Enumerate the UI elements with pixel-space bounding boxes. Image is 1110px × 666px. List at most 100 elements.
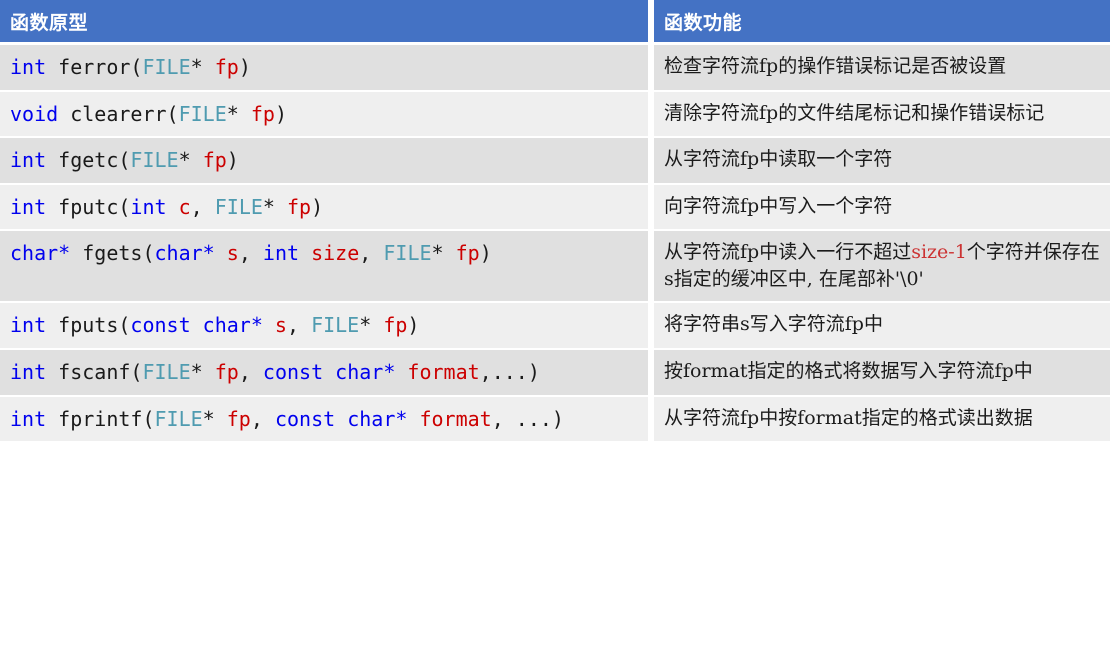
description-text: 检查字符流fp的操作错误标记是否被设置: [664, 53, 1006, 80]
code-token-kw: int: [10, 148, 47, 173]
code-token-pun: *: [190, 55, 215, 79]
code-token-pun: *: [226, 101, 251, 126]
code-token-typ: FILE: [142, 55, 191, 79]
code-token-pun: clearerr(: [58, 101, 179, 126]
code-token-pun: [299, 241, 311, 265]
prototype-code: int ferror(FILE* fp): [10, 54, 251, 81]
cell-function-prototype: int fputs(const char* s, FILE* fp): [0, 303, 648, 348]
code-token-var: fp: [226, 406, 251, 431]
function-reference-table: 函数原型 函数功能 int ferror(FILE* fp) 检查字符流fp的操作…: [0, 0, 1110, 666]
code-token-pun: fscanf(: [46, 359, 143, 384]
code-token-typ: FILE: [214, 194, 263, 219]
code-token-var: fp: [383, 313, 408, 338]
code-token-pun: ): [479, 241, 492, 266]
code-token-typ: FILE: [311, 313, 360, 338]
prototype-code: int fscanf(FILE* fp, const char* format,…: [10, 359, 540, 386]
cell-function-description: 向字符流fp中写入一个字符: [654, 184, 1110, 230]
description-text: 清除字符流fp的文件结尾标记和操作错误标记: [664, 100, 1044, 127]
code-token-kw: const char*: [274, 406, 408, 431]
code-token-pun: ,...): [479, 359, 540, 384]
code-token-pun: *: [431, 241, 456, 266]
code-token-typ: FILE: [154, 406, 203, 431]
table-row: int fscanf(FILE* fp, const char* format,…: [0, 347, 1110, 395]
code-token-var: s: [274, 313, 287, 338]
code-token-pun: ,: [238, 359, 263, 384]
description-text: 从字符流fp中按format指定的格式读出数据: [664, 405, 1033, 432]
code-token-pun: fgetc(: [46, 148, 131, 173]
code-token-kw: int: [262, 241, 300, 266]
prototype-code: int fgetc(FILE* fp): [10, 147, 239, 174]
description-text-fragment: 按format指定的格式将数据写入字符流fp中: [664, 359, 1033, 382]
code-token-pun: ,: [190, 194, 215, 219]
cell-function-prototype: int fprintf(FILE* fp, const char* format…: [0, 396, 648, 442]
code-token-var: format: [407, 359, 480, 384]
cell-function-description: 按format指定的格式将数据写入字符流fp中: [654, 349, 1110, 395]
code-token-kw: void: [10, 101, 59, 126]
table-row: char* fgets(char* s, int size, FILE* fp)…: [0, 229, 1110, 302]
description-text: 从字符流fp中读入一行不超过size-1个字符并保存在s指定的缓冲区中, 在尾部…: [664, 239, 1102, 293]
prototype-code: int fprintf(FILE* fp, const char* format…: [10, 406, 564, 433]
code-token-var: fp: [202, 148, 227, 173]
code-token-pun: ,: [359, 241, 384, 266]
column-header-function-label: 函数功能: [664, 11, 743, 34]
description-text: 从字符流fp中读取一个字符: [664, 146, 892, 173]
code-token-pun: ,: [286, 313, 312, 338]
code-token-pun: fputc(: [46, 194, 131, 219]
code-token-var: fp: [214, 359, 239, 384]
code-token-pun: *: [202, 406, 227, 431]
code-token-pun: ,: [238, 241, 263, 266]
code-token-var: fp: [287, 194, 312, 219]
code-token-var: fp: [455, 241, 480, 266]
code-token-typ: FILE: [383, 241, 432, 266]
code-token-kw: const char*: [130, 313, 263, 338]
table-row: void clearerr(FILE* fp) 清除字符流fp的文件结尾标记和操作…: [0, 89, 1110, 137]
description-code-fragment: size-1: [911, 241, 967, 264]
code-token-kw: char*: [10, 241, 71, 266]
table-row: int fputc(int c, FILE* fp) 向字符流fp中写入一个字符: [0, 182, 1110, 230]
code-token-kw: int: [10, 194, 47, 219]
prototype-code: void clearerr(FILE* fp): [10, 101, 287, 128]
cell-function-description: 将字符串s写入字符流fp中: [654, 303, 1110, 348]
cell-function-prototype: int ferror(FILE* fp): [0, 45, 648, 90]
code-token-pun: *: [262, 194, 287, 219]
cell-function-prototype: int fscanf(FILE* fp, const char* format,…: [0, 349, 648, 395]
prototype-code: char* fgets(char* s, int size, FILE* fp): [10, 240, 492, 267]
description-text: 向字符流fp中写入一个字符: [664, 193, 892, 220]
code-token-pun: [263, 313, 275, 337]
code-token-pun: [167, 195, 179, 219]
code-token-pun: ): [407, 313, 420, 338]
description-text-fragment: 将字符串s写入字符流fp中: [664, 313, 883, 336]
code-token-kw: int: [10, 406, 47, 431]
code-token-pun: , ...): [491, 406, 564, 431]
table-header-row: 函数原型 函数功能: [0, 0, 1110, 42]
description-text-fragment: 从字符流fp中按format指定的格式读出数据: [664, 406, 1033, 429]
table-body: int ferror(FILE* fp) 检查字符流fp的操作错误标记是否被设置 v…: [0, 42, 1110, 666]
code-token-var: fp: [214, 55, 239, 79]
code-token-kw: int: [10, 313, 47, 338]
description-text-fragment: 从字符流fp中读入一行不超过: [664, 241, 912, 264]
description-text-fragment: 清除字符流fp的文件结尾标记和操作错误标记: [664, 101, 1045, 124]
code-token-var: format: [419, 406, 492, 431]
column-header-prototype: 函数原型: [0, 0, 648, 42]
cell-function-description: 从字符流fp中读取一个字符: [654, 138, 1110, 183]
cell-function-description: 从字符流fp中读入一行不超过size-1个字符并保存在s指定的缓冲区中, 在尾部…: [654, 231, 1110, 302]
code-token-kw: int: [10, 359, 47, 384]
cell-function-description: 从字符流fp中按format指定的格式读出数据: [654, 396, 1110, 442]
code-token-var: size: [311, 241, 360, 266]
cell-function-description: 检查字符流fp的操作错误标记是否被设置: [654, 45, 1110, 90]
code-token-kw: int: [10, 55, 47, 79]
cell-function-prototype: char* fgets(char* s, int size, FILE* fp): [0, 231, 648, 302]
code-token-pun: [407, 407, 419, 431]
code-token-kw: char*: [154, 241, 215, 266]
prototype-code: int fputc(int c, FILE* fp): [10, 194, 323, 221]
code-token-pun: fgets(: [70, 241, 155, 266]
code-token-var: s: [226, 241, 239, 266]
cell-function-prototype: int fgetc(FILE* fp): [0, 138, 648, 183]
table-row: int fputs(const char* s, FILE* fp) 将字符串s写…: [0, 301, 1110, 348]
column-header-function: 函数功能: [654, 0, 1110, 42]
table-row: int fprintf(FILE* fp, const char* format…: [0, 394, 1110, 442]
description-text-fragment: 从字符流fp中读取一个字符: [664, 148, 893, 171]
column-header-prototype-label: 函数原型: [10, 11, 89, 34]
code-token-typ: FILE: [130, 148, 179, 173]
code-token-typ: FILE: [178, 101, 227, 126]
